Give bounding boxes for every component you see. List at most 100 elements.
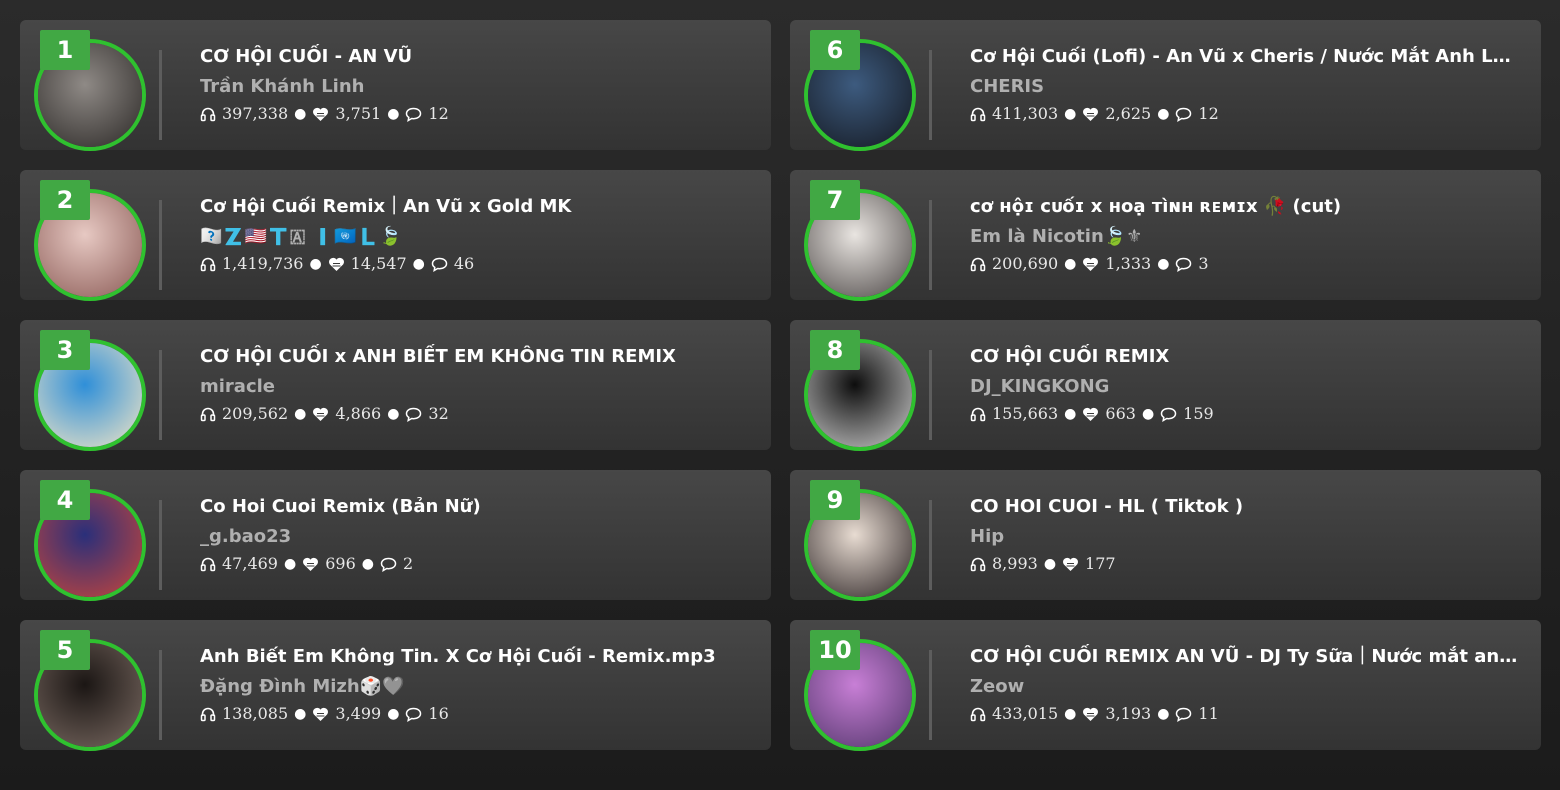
comments-count: 46 (453, 254, 475, 273)
artist-name[interactable]: Đặng Đình Mizh🎲🩶 (200, 674, 749, 700)
track-stats: 155,663 ● 663 ● 159 (970, 404, 1519, 424)
likes-count: 3,499 (335, 704, 382, 723)
artist-name[interactable]: miracle (200, 374, 749, 400)
plays-count: 433,015 (992, 704, 1059, 723)
likes-stat: 4,866 (312, 404, 381, 424)
track-card[interactable]: 2 Cơ Hội Cuối Remix｜An Vũ x Gold MK 🇯🇬🇿🇺… (20, 170, 771, 301)
separator-dot: ● (1157, 106, 1170, 122)
track-card[interactable]: 9 CO HOI CUOI - HL ( Tiktok ) Hip 8,993 … (790, 470, 1541, 601)
separator-dot: ● (412, 256, 425, 272)
artist-name[interactable]: Trần Khánh Linh (200, 74, 749, 100)
heart-icon (313, 407, 329, 421)
divider (159, 500, 162, 590)
comments-stat: 12 (405, 104, 449, 124)
track-stats: 8,993 ● 177 (970, 554, 1519, 574)
comments-stat: 12 (1175, 104, 1219, 124)
track-card[interactable]: 5 Anh Biết Em Không Tin. X Cơ Hội Cuối -… (20, 620, 771, 751)
rank-badge: 4 (40, 480, 90, 520)
plays-stat: 47,469 (200, 554, 278, 574)
track-title[interactable]: CƠ HỘI CUỐI x ANH BIẾT EM KHÔNG TIN REMI… (200, 344, 749, 370)
comment-icon (1176, 107, 1192, 122)
likes-count: 177 (1085, 554, 1116, 573)
heart-icon (1083, 257, 1099, 271)
plays-stat: 411,303 (970, 104, 1058, 124)
track-stats: 209,562 ● 4,866 ● 32 (200, 404, 749, 424)
comments-count: 16 (428, 704, 449, 723)
likes-stat: 14,547 (328, 254, 407, 274)
track-title[interactable]: CƠ HỘI CUỐI REMIX AN VŨ - DJ Ty Sữa｜Nước… (970, 644, 1519, 670)
track-card[interactable]: 7 ᴄơ ʜộɪ ᴄᴜốɪ x ʜᴏạ ᴛìɴʜ ʀᴇᴍɪx 🥀 (cut) E… (790, 170, 1541, 301)
separator-dot: ● (1157, 706, 1170, 722)
track-card[interactable]: 6 Cơ Hội Cuối (Lofi) - An Vũ x Cheris / … (790, 20, 1541, 151)
artist-name[interactable]: Hip (970, 524, 1519, 550)
artist-name[interactable]: 🇯🇬🇿🇺🇸🇹🇦 🇮🇺🇳🇱🍃 (200, 224, 749, 250)
likes-count: 2,625 (1105, 104, 1152, 123)
plays-stat: 155,663 (970, 404, 1058, 424)
plays-stat: 138,085 (200, 704, 288, 724)
track-title[interactable]: Co Hoi Cuoi Remix (Bản Nữ) (200, 494, 749, 520)
comments-stat: 3 (1175, 254, 1209, 274)
track-stats: 1,419,736 ● 14,547 ● 46 (200, 254, 749, 274)
artist-name[interactable]: _g.bao23 (200, 524, 749, 550)
comments-stat: 32 (405, 404, 449, 424)
comments-stat: 2 (380, 554, 413, 574)
separator-dot: ● (1043, 556, 1057, 572)
plays-stat: 8,993 (970, 554, 1038, 574)
rank-badge: 3 (40, 330, 90, 370)
plays-count: 411,303 (992, 104, 1059, 123)
artist-name[interactable]: CHERIS (970, 74, 1519, 100)
comment-icon (380, 557, 397, 572)
track-title[interactable]: CƠ HỘI CUỐI REMIX (970, 344, 1519, 370)
artist-name[interactable]: DJ_KINGKONG (970, 374, 1519, 400)
plays-count: 8,993 (992, 554, 1038, 573)
track-card[interactable]: 3 CƠ HỘI CUỐI x ANH BIẾT EM KHÔNG TIN RE… (20, 320, 771, 451)
plays-count: 209,562 (222, 404, 289, 423)
heart-icon (1063, 557, 1079, 571)
comments-count: 12 (1198, 104, 1219, 123)
comment-icon (406, 707, 422, 722)
rank-badge: 2 (40, 180, 90, 220)
rank-badge: 1 (40, 30, 90, 70)
track-title[interactable]: ᴄơ ʜộɪ ᴄᴜốɪ x ʜᴏạ ᴛìɴʜ ʀᴇᴍɪx 🥀 (cut) (970, 194, 1519, 220)
heart-icon (1083, 407, 1099, 421)
separator-dot: ● (1064, 706, 1077, 722)
track-card[interactable]: 8 CƠ HỘI CUỐI REMIX DJ_KINGKONG 155,663 … (790, 320, 1541, 451)
track-stats: 397,338 ● 3,751 ● 12 (200, 104, 749, 124)
headphones-icon (200, 707, 216, 722)
track-card[interactable]: 1 CƠ HỘI CUỐI - AN VŨ Trần Khánh Linh 39… (20, 20, 771, 151)
track-title[interactable]: Cơ Hội Cuối (Lofi) - An Vũ x Cheris / Nư… (970, 44, 1519, 70)
comment-icon (406, 407, 422, 422)
track-title[interactable]: CO HOI CUOI - HL ( Tiktok ) (970, 494, 1519, 520)
track-title[interactable]: Cơ Hội Cuối Remix｜An Vũ x Gold MK (200, 194, 749, 220)
track-title[interactable]: CƠ HỘI CUỐI - AN VŨ (200, 44, 749, 70)
headphones-icon (970, 107, 986, 122)
divider (929, 50, 932, 140)
separator-dot: ● (294, 706, 307, 722)
rank-badge: 9 (810, 480, 860, 520)
track-card[interactable]: 4 Co Hoi Cuoi Remix (Bản Nữ) _g.bao23 47… (20, 470, 771, 601)
likes-count: 14,547 (350, 254, 407, 273)
plays-count: 1,419,736 (222, 254, 304, 273)
comment-icon (431, 257, 448, 272)
likes-count: 4,866 (335, 404, 382, 423)
separator-dot: ● (387, 706, 400, 722)
comments-stat: 46 (431, 254, 474, 274)
track-card[interactable]: 10 CƠ HỘI CUỐI REMIX AN VŨ - DJ Ty Sữa｜N… (790, 620, 1541, 751)
headphones-icon (200, 107, 216, 122)
rank-badge: 8 (810, 330, 860, 370)
artist-name[interactable]: Em là Nicotin🍃⚜ (970, 224, 1519, 250)
likes-count: 3,751 (335, 104, 382, 123)
artist-name[interactable]: Zeow (970, 674, 1519, 700)
comments-stat: 11 (1175, 704, 1219, 724)
track-stats: 138,085 ● 3,499 ● 16 (200, 704, 749, 724)
heart-icon (303, 557, 319, 571)
comments-count: 12 (428, 104, 449, 123)
separator-dot: ● (1064, 406, 1077, 422)
divider (929, 350, 932, 440)
track-title[interactable]: Anh Biết Em Không Tin. X Cơ Hội Cuối - R… (200, 644, 749, 670)
heart-icon (313, 707, 329, 721)
separator-dot: ● (1141, 406, 1155, 422)
plays-stat: 200,690 (970, 254, 1058, 274)
comment-icon (406, 107, 422, 122)
separator-dot: ● (361, 556, 374, 572)
